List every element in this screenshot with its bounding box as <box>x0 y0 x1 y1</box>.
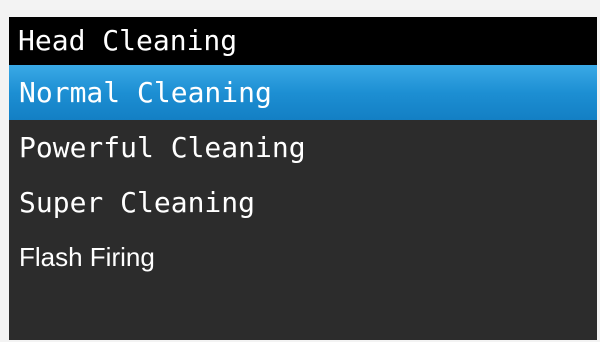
screen-title: Head Cleaning <box>9 17 597 65</box>
lcd-screen: Head Cleaning Normal Cleaning Powerful C… <box>9 17 597 340</box>
menu-item-normal-cleaning[interactable]: Normal Cleaning <box>9 65 597 120</box>
menu-item-super-cleaning[interactable]: Super Cleaning <box>9 175 597 230</box>
menu-item-flash-firing[interactable]: Flash Firing <box>9 230 597 285</box>
menu-item-powerful-cleaning[interactable]: Powerful Cleaning <box>9 120 597 175</box>
cleaning-menu: Normal Cleaning Powerful Cleaning Super … <box>9 65 597 285</box>
